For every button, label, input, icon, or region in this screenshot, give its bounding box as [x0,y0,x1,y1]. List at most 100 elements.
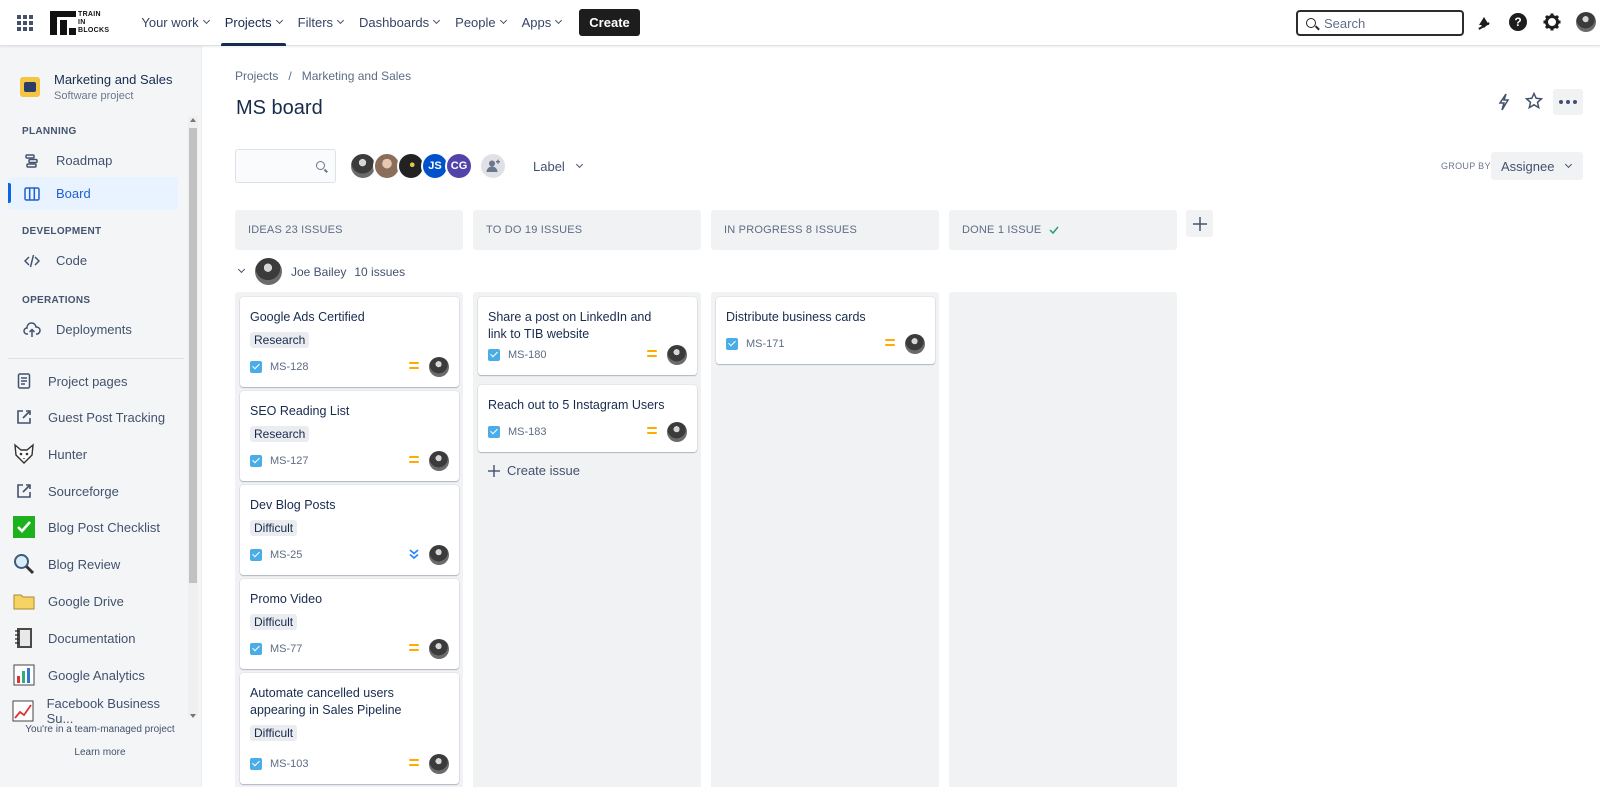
label-filter-text: Label [533,159,565,174]
issue-label: Research [250,426,310,442]
star-icon[interactable] [1524,91,1544,113]
task-type-icon [726,338,738,350]
chevron-down-icon [1565,160,1573,168]
project-name: Marketing and Sales [54,72,173,87]
issue-card[interactable]: Dev Blog Posts Difficult MS-25 [240,485,459,575]
issue-card[interactable]: Google Ads Certified Research MS-128 [240,297,459,387]
sidebar-item-code[interactable]: Code [8,244,178,277]
assignee-avatar[interactable] [429,545,449,565]
issue-card[interactable]: Distribute business cards MS-171 [716,297,935,364]
issue-card[interactable]: Automate cancelled users appearing in Sa… [240,673,459,784]
issue-card[interactable]: Share a post on LinkedIn and link to TIB… [478,297,697,375]
issue-key[interactable]: MS-171 [746,338,785,350]
medium-priority-icon [647,427,657,435]
learn-more-link[interactable]: Learn more [0,747,200,758]
folder-icon [12,589,36,613]
issue-card[interactable]: SEO Reading List Research MS-127 [240,391,459,481]
assignee-avatar[interactable] [905,334,925,354]
issue-label: Research [250,332,310,348]
issue-card[interactable]: Promo Video Difficult MS-77 [240,579,459,669]
assignee-avatar[interactable] [429,639,449,659]
label-filter-dropdown[interactable]: Label [533,159,583,174]
more-actions-button[interactable] [1553,89,1583,115]
sidebar-link-blog-review[interactable]: Blog Review [12,549,182,579]
nav-filters[interactable]: Filters [290,0,351,46]
issue-key[interactable]: MS-77 [270,643,302,655]
sidebar-item-label: Roadmap [56,153,113,168]
sidebar-scroll-thumb[interactable] [189,128,197,583]
site-logo[interactable]: TRAIN IN BLOCKS [50,9,109,37]
issue-key[interactable]: MS-127 [270,455,309,467]
sidebar-link-google-analytics[interactable]: Google Analytics [12,660,182,690]
medium-priority-icon [409,362,419,370]
sidebar-item-deployments[interactable]: Deployments [8,313,178,346]
chevron-down-icon [499,16,507,25]
chevron-down-icon [337,16,345,25]
settings-icon[interactable] [1542,12,1562,32]
search-placeholder: Search [1324,15,1366,31]
notifications-icon[interactable] [1474,12,1494,32]
sidebar-link-google-drive[interactable]: Google Drive [12,586,182,616]
create-button[interactable]: Create [579,9,640,36]
profile-avatar[interactable] [1576,12,1596,32]
sidebar-link-documentation[interactable]: Documentation [12,623,182,653]
task-type-icon [250,455,262,467]
app-switcher-icon[interactable] [17,14,33,31]
sidebar-footer: You're in a team-managed project Learn m… [0,714,200,758]
sidebar-item-board[interactable]: Board [8,177,178,210]
group-by-dropdown[interactable]: Assignee [1491,152,1583,180]
top-navigation: TRAIN IN BLOCKS Your work Projects Filte… [0,0,1600,46]
task-type-icon [488,426,500,438]
assignee-avatar-cg[interactable]: CG [445,152,473,180]
create-issue-button[interactable]: Create issue [488,463,580,478]
board-search-input[interactable] [235,149,336,183]
sidebar-link-project-pages[interactable]: Project pages [12,366,182,396]
sidebar-link-hunter[interactable]: Hunter [12,439,182,469]
column-header-ideas[interactable]: IDEAS 23 ISSUES [235,210,463,250]
scroll-up-arrow-icon[interactable] [190,118,196,122]
issue-key[interactable]: MS-128 [270,361,309,373]
add-column-button[interactable] [1186,210,1213,237]
sidebar-link-guest-post-tracking[interactable]: Guest Post Tracking [12,402,182,432]
issue-key[interactable]: MS-183 [508,426,547,438]
column-title: IDEAS 23 ISSUES [248,224,343,236]
breadcrumb-projects[interactable]: Projects [235,69,278,83]
column-header-in-progress[interactable]: IN PROGRESS 8 ISSUES [711,210,939,250]
project-header[interactable]: Marketing and Sales Software project [20,72,173,102]
breadcrumb-project[interactable]: Marketing and Sales [302,69,411,83]
assignee-avatar[interactable] [429,754,449,774]
sidebar-link-blog-post-checklist[interactable]: Blog Post Checklist [12,512,182,542]
sidebar: Marketing and Sales Software project PLA… [0,46,202,787]
help-icon[interactable]: ? [1508,12,1528,32]
nav-dashboards[interactable]: Dashboards [351,0,447,46]
issue-key[interactable]: MS-25 [270,549,302,561]
issue-card[interactable]: Reach out to 5 Instagram Users MS-183 [478,385,697,452]
nav-your-work[interactable]: Your work [133,0,216,46]
issue-key[interactable]: MS-103 [270,758,309,770]
issue-summary: Dev Blog Posts [250,498,336,512]
sidebar-link-label: Blog Review [48,556,121,572]
nav-apps[interactable]: Apps [514,0,570,46]
sidebar-link-sourceforge[interactable]: Sourceforge [12,476,182,506]
issue-summary: Share a post on LinkedIn and link to TIB… [488,310,652,341]
nav-people[interactable]: People [447,0,513,46]
column-header-done[interactable]: DONE 1 ISSUE [949,210,1177,250]
breadcrumb: Projects / Marketing and Sales [235,69,411,83]
chevron-down-icon [237,265,246,274]
lightning-icon[interactable] [1496,93,1512,114]
issue-key[interactable]: MS-180 [508,349,547,361]
medium-priority-icon [409,759,419,767]
notebook-icon [12,626,36,650]
add-people-icon[interactable] [479,152,507,180]
sidebar-item-roadmap[interactable]: Roadmap [8,144,178,177]
assignee-avatar[interactable] [429,357,449,377]
nav-projects[interactable]: Projects [217,0,290,46]
column-header-todo[interactable]: TO DO 19 ISSUES [473,210,701,250]
assignee-avatar[interactable] [667,345,687,365]
assignee-avatar[interactable] [429,451,449,471]
swimlane-header[interactable]: Joe Bailey 10 issues [237,258,405,285]
assignee-avatar[interactable] [667,422,687,442]
global-search-input[interactable]: Search [1296,10,1464,36]
sidebar-divider [8,358,184,359]
sidebar-link-label: Documentation [48,630,136,646]
